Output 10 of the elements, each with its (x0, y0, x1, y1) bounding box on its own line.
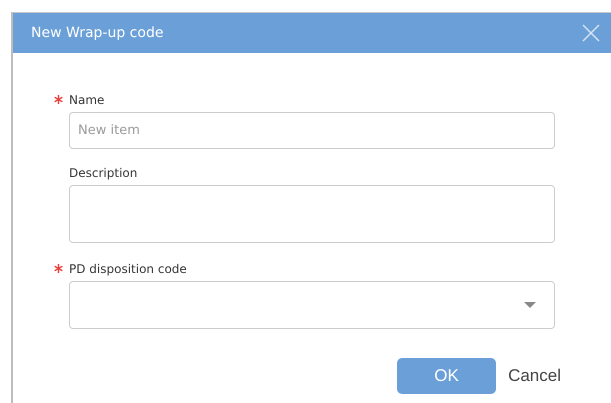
field-label: Name (69, 93, 104, 107)
name-field[interactable]: New item (69, 112, 555, 149)
cancel-button[interactable]: Cancel (508, 358, 561, 394)
dropdown-field[interactable] (69, 281, 555, 329)
description-field[interactable] (69, 185, 555, 243)
field-label: PD disposition code (69, 262, 187, 276)
field-label: Description (69, 166, 138, 180)
dialog-title: New Wrap-up code (31, 25, 164, 41)
close-button[interactable] (581, 23, 601, 43)
caret-icon (524, 302, 536, 308)
